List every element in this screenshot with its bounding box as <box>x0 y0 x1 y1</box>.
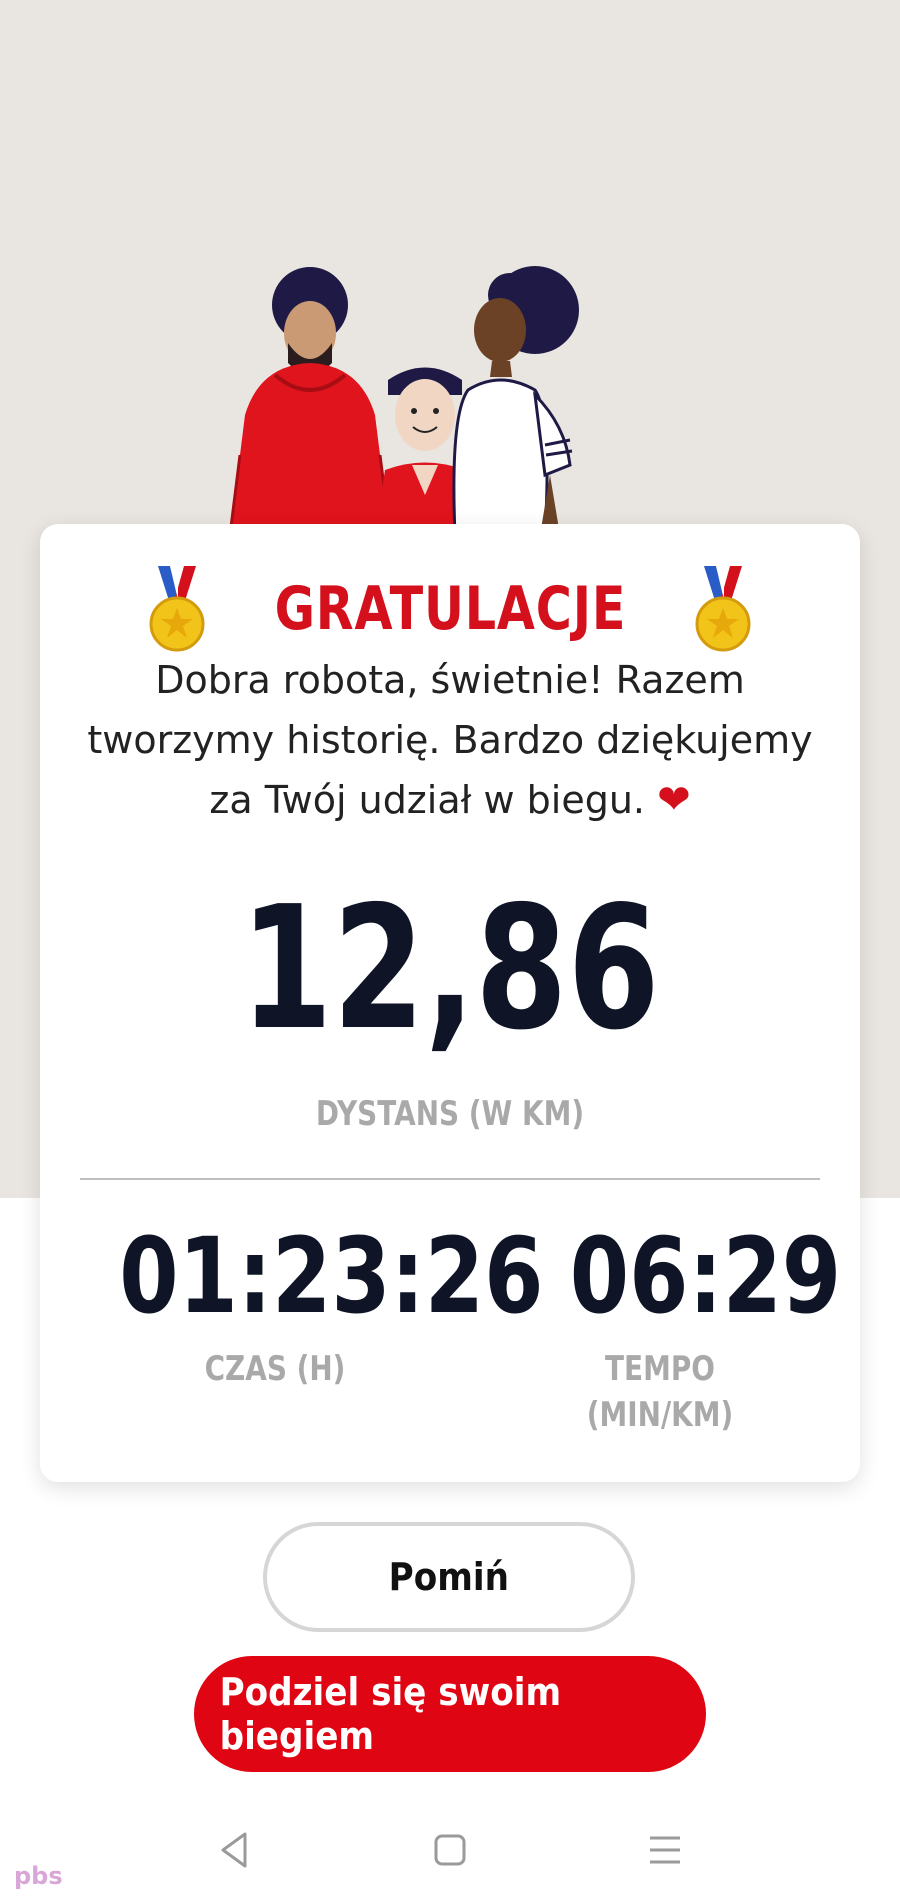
title-row: GRATULACJE <box>40 564 860 654</box>
home-nav-icon[interactable] <box>420 1820 480 1880</box>
skip-button[interactable]: Pomiń <box>263 1522 635 1632</box>
share-button-label: Podziel się swoim biegiem <box>219 1670 562 1758</box>
pace-stat: 06:29 TEMPO (MIN/KM) <box>550 1215 842 1438</box>
man-figure <box>228 267 392 535</box>
distance-value: 12,86 <box>240 870 660 1068</box>
page-title: GRATULACJE <box>274 574 626 644</box>
time-value: 01:23:26 <box>119 1215 544 1337</box>
back-nav-icon[interactable] <box>205 1820 265 1880</box>
system-nav-bar <box>0 1820 900 1880</box>
medal-icon <box>149 566 205 652</box>
heart-icon: ❤ <box>657 777 691 823</box>
share-run-button[interactable]: Podziel się swoim biegiem <box>194 1656 706 1772</box>
congratulations-card: GRATULACJE Dobra robota, świetnie! Razem… <box>40 524 860 1482</box>
runners-illustration <box>228 266 579 535</box>
woman-figure <box>452 266 579 535</box>
pace-value: 06:29 <box>569 1215 842 1337</box>
congratulations-message: Dobra robota, świetnie! Razem tworzymy h… <box>80 650 820 830</box>
divider <box>80 1178 820 1180</box>
pace-label: TEMPO (MIN/KM) <box>586 1349 734 1435</box>
medal-icon <box>695 566 751 652</box>
skip-button-label: Pomiń <box>388 1555 510 1599</box>
time-label: CZAS (H) <box>204 1349 346 1389</box>
menu-nav-icon[interactable] <box>635 1820 695 1880</box>
time-stat: 01:23:26 CZAS (H) <box>85 1215 544 1392</box>
distance-label: DYSTANS (W KM) <box>315 1094 585 1134</box>
watermark: pbs <box>14 1862 63 1890</box>
message-text: Dobra robota, świetnie! Razem tworzymy h… <box>87 658 813 822</box>
